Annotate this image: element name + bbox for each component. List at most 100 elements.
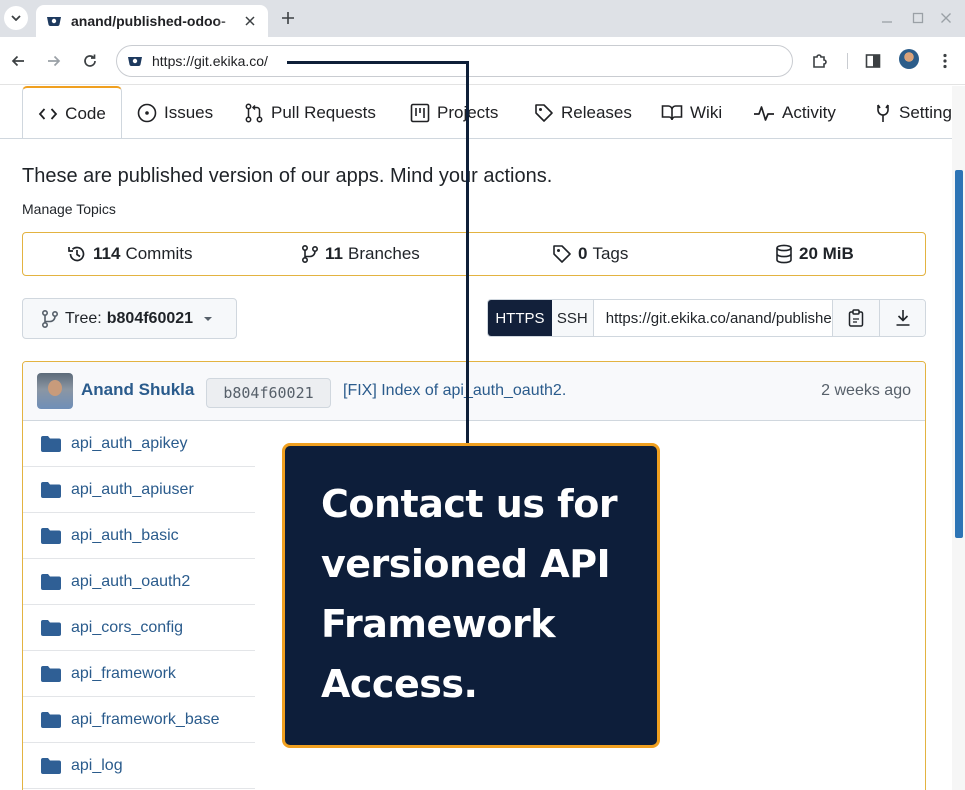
tab-settings-label: Settings — [899, 102, 952, 122]
folder-icon — [41, 711, 61, 728]
database-icon — [776, 244, 792, 264]
folder-icon — [41, 435, 61, 452]
commit-sha[interactable]: b804f60021 — [206, 378, 331, 408]
new-tab-button[interactable] — [278, 6, 298, 30]
reload-icon — [84, 54, 96, 67]
pull-request-icon — [244, 103, 264, 123]
commit-author[interactable]: Anand Shukla — [81, 380, 194, 400]
clone-url-input[interactable]: https://git.ekika.co/anand/published-odo… — [594, 300, 834, 336]
folder-icon — [41, 619, 61, 636]
tab-releases[interactable]: Releases — [534, 86, 632, 138]
scrollbar-thumb[interactable] — [955, 170, 963, 538]
maximize-icon — [912, 12, 924, 24]
site-favicon-icon[interactable] — [127, 54, 143, 68]
commits-label: Commits — [125, 244, 193, 263]
latest-commit-row: Anand Shukla b804f60021 [FIX] Index of a… — [23, 362, 925, 421]
folder-icon — [41, 757, 61, 774]
download-icon — [896, 310, 910, 326]
commits-stat[interactable]: 114 Commits — [67, 233, 193, 275]
close-window-button[interactable] — [937, 9, 955, 27]
list-item[interactable]: api_framework — [23, 651, 255, 697]
close-icon — [941, 13, 951, 23]
list-item[interactable]: api_framework_base — [23, 697, 255, 743]
commit-time: 2 weeks ago — [821, 382, 911, 399]
list-item[interactable]: api_log — [23, 743, 255, 789]
clone-https-button[interactable]: HTTPS — [488, 300, 552, 336]
close-tab-icon[interactable] — [242, 13, 258, 29]
list-item[interactable]: api_auth_basic — [23, 513, 255, 559]
tags-label: Tags — [592, 244, 629, 263]
minimize-window-button[interactable] — [878, 9, 896, 27]
tab-pull-requests[interactable]: Pull Requests — [244, 86, 376, 138]
tags-count: 0 — [578, 244, 588, 263]
repo-stats-bar: 114 Commits 11 Branches 0 Tags 20 MiB — [22, 232, 926, 276]
caret-down-icon — [204, 316, 213, 321]
tab-releases-label: Releases — [561, 102, 632, 122]
browser-tab[interactable]: anand/published-odoo- — [36, 5, 268, 37]
list-item[interactable]: api_auth_apikey — [23, 421, 255, 467]
issue-icon — [137, 103, 157, 123]
tags-stat[interactable]: 0 Tags — [552, 233, 628, 275]
file-name[interactable]: api_cors_config — [71, 619, 251, 637]
tab-code[interactable]: Code — [22, 86, 122, 138]
callout-line: Access. — [321, 662, 478, 706]
branches-stat[interactable]: 11 Branches — [301, 233, 420, 275]
tab-title: anand/published-odoo- — [71, 13, 226, 29]
tab-settings[interactable]: Settings — [874, 86, 952, 138]
tab-projects[interactable]: Projects — [410, 86, 498, 138]
clone-ssh-button[interactable]: SSH — [551, 300, 594, 336]
download-button[interactable] — [879, 300, 925, 336]
file-name[interactable]: api_auth_apikey — [71, 435, 251, 453]
callout-leader-line — [287, 61, 469, 64]
folder-icon — [41, 665, 61, 682]
gitea-favicon-icon — [47, 17, 61, 27]
forward-button[interactable] — [42, 49, 66, 73]
copy-url-button[interactable] — [833, 300, 880, 336]
list-item[interactable]: api_auth_oauth2 — [23, 559, 255, 605]
arrow-right-icon — [48, 55, 61, 67]
maximize-window-button[interactable] — [909, 9, 927, 27]
file-name[interactable]: api_framework — [71, 665, 251, 683]
manage-topics-link[interactable]: Manage Topics — [22, 201, 116, 217]
file-name[interactable]: api_log — [71, 757, 251, 775]
folder-icon — [41, 481, 61, 498]
tab-issues-label: Issues — [164, 102, 214, 122]
list-item[interactable]: api_cors_config — [23, 605, 255, 651]
arrow-left-icon — [11, 55, 24, 67]
side-panel-icon — [865, 54, 881, 68]
tab-activity-label: Activity — [782, 102, 836, 122]
back-button[interactable] — [6, 49, 30, 73]
side-panel-button[interactable] — [861, 49, 885, 73]
extensions-button[interactable] — [808, 49, 832, 73]
file-name[interactable]: api_framework_base — [71, 711, 251, 729]
file-name[interactable]: api_auth_basic — [71, 527, 251, 545]
clipboard-icon — [848, 309, 864, 327]
tab-code-label: Code — [65, 103, 106, 123]
file-name[interactable]: api_auth_apiuser — [71, 481, 251, 499]
tag-icon — [534, 103, 554, 123]
tab-wiki[interactable]: Wiki — [661, 86, 723, 138]
code-icon — [38, 106, 58, 122]
branch-tree-selector[interactable]: Tree: b804f60021 — [22, 298, 237, 339]
file-name[interactable]: api_auth_oauth2 — [71, 573, 251, 591]
tag-icon — [553, 245, 571, 263]
history-icon — [68, 246, 85, 262]
tab-issues[interactable]: Issues — [137, 86, 214, 138]
repo-nav-tabs: Code Issues Pull Requests Projects Relea… — [0, 86, 952, 139]
tab-search-button[interactable] — [4, 6, 28, 30]
commit-message[interactable]: [FIX] Index of api_auth_oauth2. — [343, 382, 566, 400]
commits-count: 114 — [93, 244, 121, 263]
address-bar-url[interactable]: https://git.ekika.co/ — [152, 53, 268, 69]
repo-description: These are published version of our apps.… — [22, 165, 553, 187]
tab-wiki-label: Wiki — [690, 102, 723, 122]
folder-icon — [41, 573, 61, 590]
profile-avatar[interactable] — [899, 49, 919, 69]
book-icon — [661, 104, 683, 122]
list-item[interactable]: api_auth_apiuser — [23, 467, 255, 513]
reload-button[interactable] — [78, 49, 102, 73]
branches-label: Branches — [347, 244, 420, 263]
author-avatar[interactable] — [37, 373, 73, 409]
tab-activity[interactable]: Activity — [753, 86, 836, 138]
browser-menu-button[interactable] — [933, 49, 957, 73]
tree-label: Tree: — [65, 309, 102, 327]
